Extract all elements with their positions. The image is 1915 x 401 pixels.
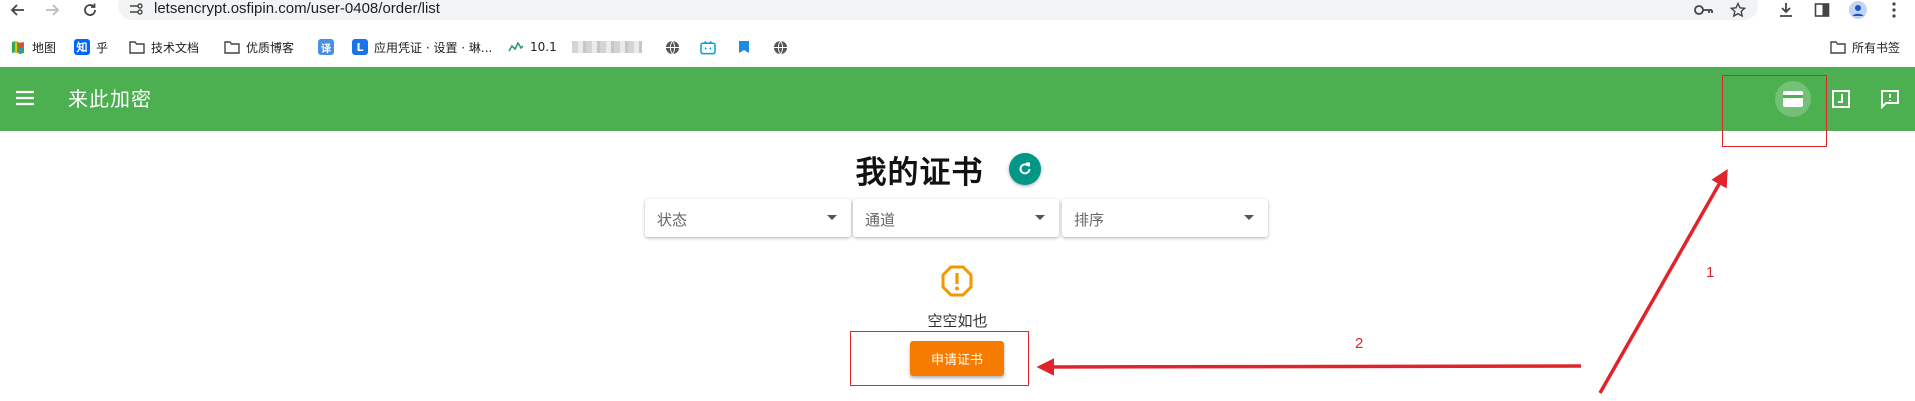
star-icon[interactable] bbox=[1728, 0, 1748, 20]
empty-state-text: 空空如也 bbox=[927, 312, 988, 330]
folder-icon bbox=[1830, 39, 1846, 55]
bookmark-item[interactable] bbox=[700, 34, 716, 60]
bookmark-item[interactable] bbox=[772, 34, 788, 60]
refresh-icon bbox=[1019, 162, 1031, 175]
bookmark-item[interactable]: 知 乎 bbox=[74, 34, 108, 60]
bookmark-item[interactable]: L 应用凭证 · 设置 · 琳... bbox=[352, 34, 492, 60]
url-text[interactable]: letsencrypt.osfipin.com/user-0408/order/… bbox=[154, 0, 440, 18]
bookmark-item[interactable]: 技术文档 bbox=[129, 34, 199, 60]
menu-kebab-icon[interactable] bbox=[1884, 0, 1904, 20]
chevron-down-icon bbox=[827, 215, 837, 220]
annotation-box-header-action bbox=[1722, 75, 1827, 147]
hamburger-menu-icon[interactable] bbox=[14, 87, 36, 109]
arrow-2 bbox=[1036, 358, 1582, 376]
bookmark-item[interactable]: 10.1 bbox=[508, 34, 557, 60]
side-panel-icon[interactable] bbox=[1812, 0, 1832, 20]
app-header: 来此加密 bbox=[0, 67, 1915, 131]
annotation-label-1: 1 bbox=[1706, 264, 1715, 281]
all-bookmarks[interactable]: 所有书签 bbox=[1830, 34, 1900, 60]
password-key-icon[interactable] bbox=[1694, 0, 1714, 20]
blurred-bookmark[interactable] bbox=[572, 34, 642, 60]
translate-icon: 译 bbox=[318, 39, 334, 55]
bookmark-item[interactable]: 译 bbox=[318, 34, 334, 60]
annotation-label-2: 2 bbox=[1355, 335, 1364, 352]
bookmarks-bar: 地图 知 乎 技术文档 优质博客 译 L 应用凭证 · 设置 · 琳... 10… bbox=[0, 34, 1915, 60]
warning-icon bbox=[941, 265, 973, 297]
page-title: 我的证书 bbox=[855, 155, 984, 191]
app-title[interactable]: 来此加密 bbox=[68, 83, 152, 112]
bookmark-item[interactable] bbox=[736, 34, 752, 60]
status-select[interactable]: 状态 bbox=[645, 199, 851, 237]
bookmark-icon bbox=[736, 39, 752, 55]
refresh-button[interactable] bbox=[1009, 153, 1041, 185]
folder-icon bbox=[224, 39, 240, 55]
channel-select[interactable]: 通道 bbox=[853, 199, 1059, 237]
bilibili-icon bbox=[700, 39, 716, 55]
reload-icon[interactable] bbox=[80, 0, 100, 20]
l-icon: L bbox=[352, 39, 368, 55]
maps-icon bbox=[10, 39, 26, 55]
annotation-box-apply bbox=[850, 331, 1029, 386]
profile-avatar[interactable] bbox=[1848, 0, 1868, 20]
blurred-text bbox=[572, 41, 642, 53]
forward-icon[interactable] bbox=[42, 0, 62, 20]
folder-icon bbox=[129, 39, 145, 55]
back-icon[interactable] bbox=[8, 0, 28, 20]
chevron-down-icon bbox=[1244, 215, 1254, 220]
bookmark-item[interactable]: 优质博客 bbox=[224, 34, 294, 60]
globe-icon bbox=[772, 39, 788, 55]
chevron-down-icon bbox=[1035, 215, 1045, 220]
arrow-1 bbox=[1598, 168, 1728, 394]
download-icon[interactable] bbox=[1776, 0, 1796, 20]
sort-select[interactable]: 排序 bbox=[1062, 199, 1268, 237]
browser-toolbar: letsencrypt.osfipin.com/user-0408/order/… bbox=[0, 0, 1915, 20]
zhihu-icon: 知 bbox=[74, 39, 90, 55]
bookmark-item[interactable] bbox=[664, 34, 680, 60]
bookmark-item[interactable]: 地图 bbox=[10, 34, 56, 60]
globe-icon bbox=[664, 39, 680, 55]
network-icon bbox=[508, 39, 524, 55]
login-icon[interactable] bbox=[1823, 81, 1859, 117]
site-info-icon[interactable] bbox=[128, 1, 144, 17]
feedback-icon[interactable] bbox=[1872, 81, 1908, 117]
